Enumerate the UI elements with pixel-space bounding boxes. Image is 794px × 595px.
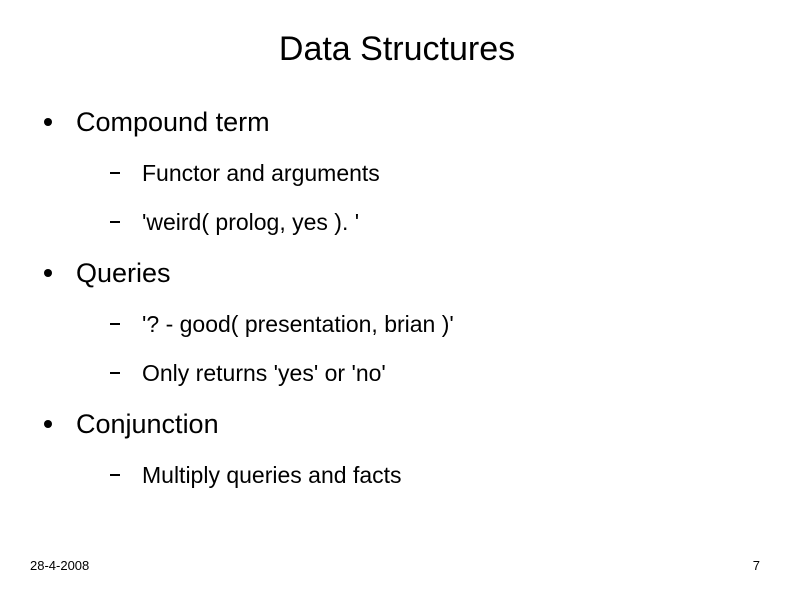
list-item: Functor and arguments bbox=[110, 160, 754, 187]
list-item: Multiply queries and facts bbox=[110, 462, 754, 489]
list-item-label: Multiply queries and facts bbox=[142, 462, 402, 489]
bullet-icon bbox=[44, 269, 52, 277]
list-item-label: Only returns 'yes' or 'no' bbox=[142, 360, 386, 387]
sublist: Multiply queries and facts bbox=[40, 462, 754, 489]
bullet-icon bbox=[44, 118, 52, 126]
dash-icon bbox=[110, 372, 120, 374]
list-item: 'weird( prolog, yes ). ' bbox=[110, 209, 754, 236]
dash-icon bbox=[110, 172, 120, 174]
list-item: Only returns 'yes' or 'no' bbox=[110, 360, 754, 387]
sublist: '? - good( presentation, brian )' Only r… bbox=[40, 311, 754, 387]
footer-page-number: 7 bbox=[753, 558, 760, 573]
list-item: Compound term bbox=[40, 107, 754, 138]
list-item-label: Conjunction bbox=[76, 409, 219, 440]
list-item: Queries bbox=[40, 258, 754, 289]
bullet-icon bbox=[44, 420, 52, 428]
list-item-label: Compound term bbox=[76, 107, 270, 138]
list-item: '? - good( presentation, brian )' bbox=[110, 311, 754, 338]
slide-content: Compound term Functor and arguments 'wei… bbox=[40, 107, 754, 489]
footer-date: 28-4-2008 bbox=[30, 558, 89, 573]
list-item-label: Functor and arguments bbox=[142, 160, 380, 187]
dash-icon bbox=[110, 323, 120, 325]
list-item-label: '? - good( presentation, brian )' bbox=[142, 311, 454, 338]
sublist: Functor and arguments 'weird( prolog, ye… bbox=[40, 160, 754, 236]
dash-icon bbox=[110, 221, 120, 223]
slide-title: Data Structures bbox=[40, 30, 754, 69]
list-item: Conjunction bbox=[40, 409, 754, 440]
slide: Data Structures Compound term Functor an… bbox=[0, 0, 794, 595]
list-item-label: Queries bbox=[76, 258, 171, 289]
dash-icon bbox=[110, 474, 120, 476]
list-item-label: 'weird( prolog, yes ). ' bbox=[142, 209, 359, 236]
